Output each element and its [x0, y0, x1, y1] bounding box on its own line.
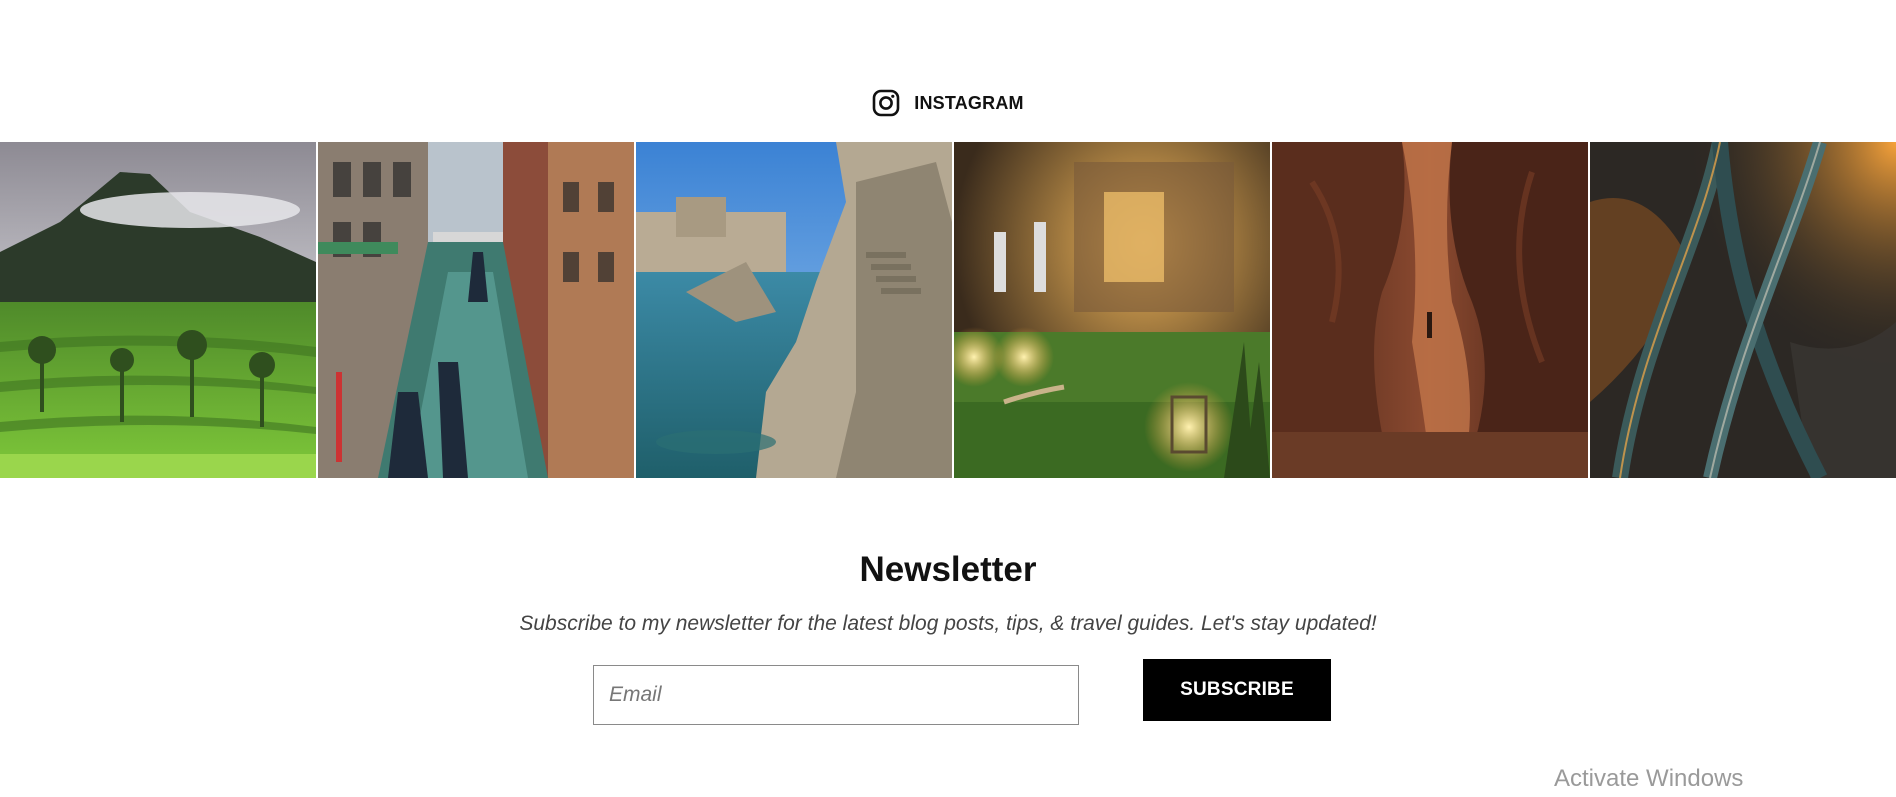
photo-slot-canyon[interactable] — [1272, 142, 1588, 478]
activate-windows-watermark: Activate Windows — [1554, 765, 1744, 792]
photo-garden-lanterns[interactable] — [954, 142, 1270, 478]
instagram-link[interactable]: INSTAGRAM — [0, 86, 1896, 120]
newsletter-title: Newsletter — [859, 550, 1037, 589]
photo-coastal-fortress[interactable] — [636, 142, 952, 478]
email-field[interactable] — [593, 665, 1079, 725]
subscribe-button[interactable]: SUBSCRIBE — [1143, 659, 1331, 721]
instagram-icon — [872, 89, 900, 117]
page: INSTAGRAM Newsletter Subscribe to my new… — [0, 0, 1896, 797]
photo-mountain-rice-terraces[interactable] — [0, 142, 316, 478]
photo-aerial-highway[interactable] — [1590, 142, 1896, 478]
newsletter-subtitle: Subscribe to my newsletter for the lates… — [519, 612, 1377, 635]
instagram-gallery — [0, 142, 1896, 478]
photo-venice-canal[interactable] — [318, 142, 634, 478]
instagram-label: INSTAGRAM — [914, 92, 1024, 113]
